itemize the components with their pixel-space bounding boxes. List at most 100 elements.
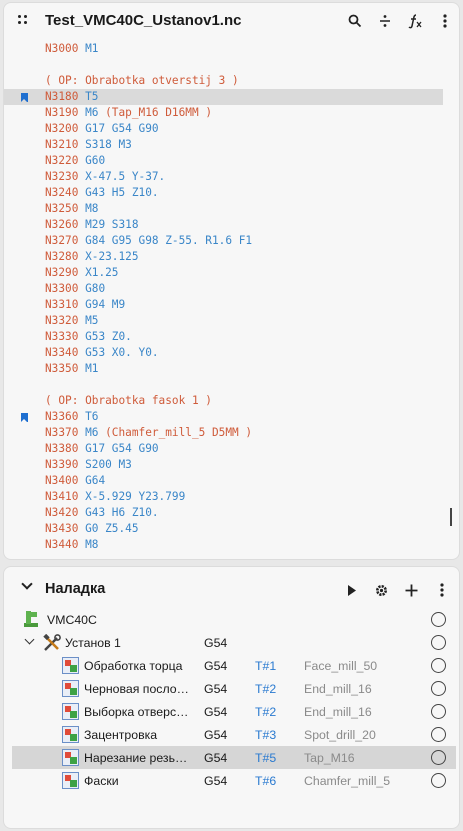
code-line[interactable]: ( OP: Obrabotka fasok 1 ) xyxy=(4,393,459,409)
code-line[interactable]: N3250 M8 xyxy=(4,201,459,217)
search-icon[interactable] xyxy=(345,11,365,31)
line-number: N3260 xyxy=(45,218,79,231)
code-words: M6 xyxy=(78,426,99,439)
code-comment: ( OP: Obrabotka fasok 1 ) xyxy=(45,394,212,407)
code-line[interactable]: ( OP: Obrabotka otverstij 3 ) xyxy=(4,73,459,89)
code-words: M6 xyxy=(78,106,99,119)
tree-row-operation[interactable]: Зацентровка G54 T#3 Spot_drill_20 xyxy=(4,723,459,746)
code-line[interactable] xyxy=(4,57,459,73)
radio-button[interactable] xyxy=(431,750,446,765)
code-line[interactable] xyxy=(4,377,459,393)
code-words: X-47.5 Y-37. xyxy=(78,170,166,183)
code-words: G53 Z0. xyxy=(78,330,132,343)
line-number: N3350 xyxy=(45,362,79,375)
code-words: X1.25 xyxy=(78,266,119,279)
radio-button[interactable] xyxy=(431,681,446,696)
line-number: N3310 xyxy=(45,298,79,311)
code-line[interactable]: N3220 G60 xyxy=(4,153,459,169)
radio-button[interactable] xyxy=(431,773,446,788)
ustanov-g-code: G54 xyxy=(204,636,228,650)
code-line[interactable]: N3390 S200 M3 xyxy=(4,457,459,473)
operation-g-code: G54 xyxy=(204,751,228,765)
add-icon[interactable] xyxy=(401,580,421,600)
operation-label: Выборка отверс… xyxy=(84,705,189,719)
tree-row-ustanov[interactable]: Установ 1 G54 xyxy=(4,631,459,654)
more-vert-icon[interactable] xyxy=(432,580,452,600)
bookmark-icon[interactable] xyxy=(21,413,28,422)
code-line[interactable]: N3430 G0 Z5.45 xyxy=(4,521,459,537)
play-icon[interactable] xyxy=(342,580,362,600)
operation-tool-name: End_mill_16 xyxy=(304,682,372,696)
operation-icon xyxy=(62,772,79,789)
operation-tool-number: T#2 xyxy=(255,705,277,719)
code-line[interactable]: N3230 X-47.5 Y-37. xyxy=(4,169,459,185)
code-line[interactable]: N3360 T6 xyxy=(4,409,459,425)
code-line[interactable]: N3260 M29 S318 xyxy=(4,217,459,233)
operation-tool-number: T#1 xyxy=(255,659,277,673)
code-line[interactable]: N3420 G43 H6 Z10. xyxy=(4,505,459,521)
code-line[interactable]: N3400 G64 xyxy=(4,473,459,489)
more-vert-icon[interactable] xyxy=(435,11,455,31)
scrollbar-thumb[interactable] xyxy=(450,508,452,526)
expand-chevron-icon[interactable] xyxy=(24,634,35,645)
function-icon[interactable] xyxy=(405,11,425,31)
code-line[interactable]: N3340 G53 X0. Y0. xyxy=(4,345,459,361)
tree-row-operation[interactable]: Черновая посло… G54 T#2 End_mill_16 xyxy=(4,677,459,700)
code-line[interactable]: N3180 T5 xyxy=(4,89,443,105)
code-words: G53 X0. Y0. xyxy=(78,346,159,359)
code-line[interactable]: N3270 G84 G95 G98 Z-55. R1.6 F1 xyxy=(4,233,459,249)
radio-button[interactable] xyxy=(431,727,446,742)
code-words: G17 G54 G90 xyxy=(78,442,159,455)
code-line[interactable]: N3350 M1 xyxy=(4,361,459,377)
collapse-chevron-icon[interactable] xyxy=(21,578,33,590)
operation-label: Нарезание резь… xyxy=(84,751,188,765)
line-number: N3330 xyxy=(45,330,79,343)
code-line[interactable]: N3370 M6 (Chamfer_mill_5 D5MM ) xyxy=(4,425,459,441)
line-number: N3300 xyxy=(45,282,79,295)
code-line[interactable]: N3440 M8 xyxy=(4,537,459,553)
code-line[interactable]: N3200 G17 G54 G90 xyxy=(4,121,459,137)
code-line[interactable]: N3290 X1.25 xyxy=(4,265,459,281)
radio-button[interactable] xyxy=(431,612,446,627)
settings-gear-icon[interactable] xyxy=(371,580,391,600)
operation-tool-number: T#2 xyxy=(255,682,277,696)
line-number: N3420 xyxy=(45,506,79,519)
line-number: N3280 xyxy=(45,250,79,263)
code-line[interactable]: N3380 G17 G54 G90 xyxy=(4,441,459,457)
operation-g-code: G54 xyxy=(204,728,228,742)
radio-button[interactable] xyxy=(431,635,446,650)
operation-label: Черновая посло… xyxy=(84,682,189,696)
divide-icon[interactable] xyxy=(375,11,395,31)
code-words: T6 xyxy=(78,410,99,423)
tree-row-operation[interactable]: Обработка торца G54 T#1 Face_mill_50 xyxy=(4,654,459,677)
code-words: X-23.125 xyxy=(78,250,139,263)
line-number: N3200 xyxy=(45,122,79,135)
code-line[interactable]: N3280 X-23.125 xyxy=(4,249,459,265)
code-line[interactable]: N3330 G53 Z0. xyxy=(4,329,459,345)
tree-row-machine[interactable]: VMC40C xyxy=(4,608,459,631)
code-line[interactable]: N3240 G43 H5 Z10. xyxy=(4,185,459,201)
code-line[interactable]: N3210 S318 M3 xyxy=(4,137,459,153)
code-line[interactable]: N3300 G80 xyxy=(4,281,459,297)
code-line[interactable]: N3320 M5 xyxy=(4,313,459,329)
tree-row-operation[interactable]: Выборка отверс… G54 T#2 End_mill_16 xyxy=(4,700,459,723)
code-comment: ( OP: Obrabotka otverstij 3 ) xyxy=(45,74,239,87)
operation-tool-name: Spot_drill_20 xyxy=(304,728,376,742)
code-line[interactable]: N3310 G94 M9 xyxy=(4,297,459,313)
bookmark-icon[interactable] xyxy=(21,93,28,102)
line-number: N3230 xyxy=(45,170,79,183)
line-number: N3270 xyxy=(45,234,79,247)
radio-button[interactable] xyxy=(431,704,446,719)
setup-panel: Наладка VMC40C Установ 1 G54 Обработка т… xyxy=(3,566,460,829)
tree-row-operation[interactable]: Нарезание резь… G54 T#5 Tap_M16 xyxy=(12,746,456,769)
line-number: N3360 xyxy=(45,410,79,423)
line-number: N3410 xyxy=(45,490,79,503)
tree-row-operation[interactable]: Фаски G54 T#6 Chamfer_mill_5 xyxy=(4,769,459,792)
code-line[interactable]: N3410 X-5.929 Y23.799 xyxy=(4,489,459,505)
code-lines[interactable]: N3000 M1 ( OP: Obrabotka otverstij 3 ) N31… xyxy=(4,41,459,553)
code-line[interactable]: N3000 M1 xyxy=(4,41,459,57)
operation-label: Обработка торца xyxy=(84,659,183,673)
radio-button[interactable] xyxy=(431,658,446,673)
drag-handle-icon[interactable] xyxy=(18,15,28,27)
code-line[interactable]: N3190 M6 (Tap_M16 D16MM ) xyxy=(4,105,459,121)
